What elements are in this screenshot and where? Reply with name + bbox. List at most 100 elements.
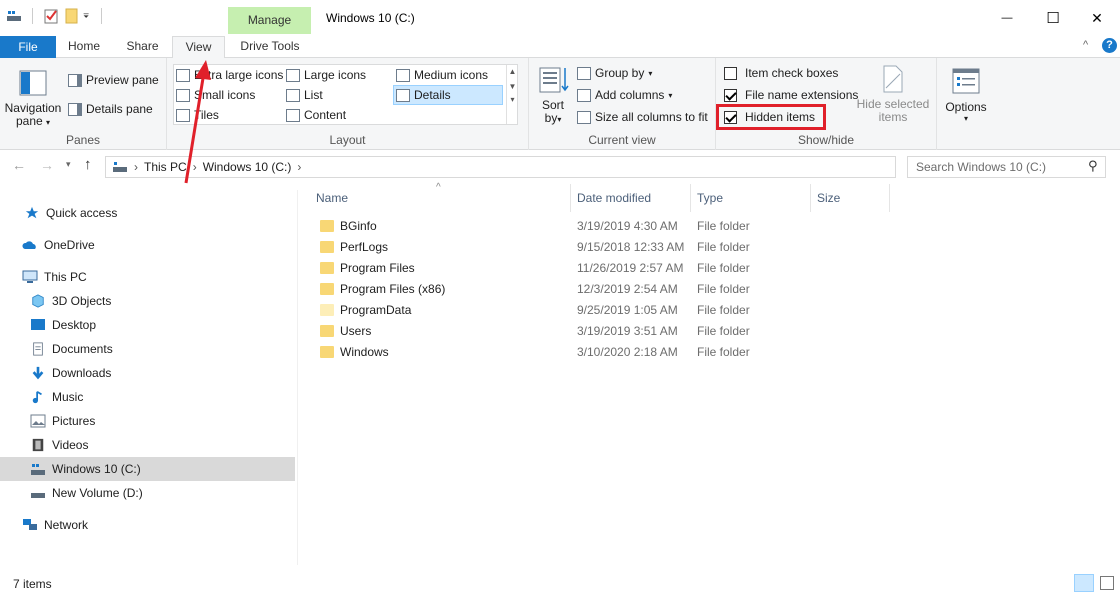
new-folder-icon[interactable] — [63, 8, 79, 24]
tab-file[interactable]: File — [0, 36, 56, 58]
details-view-icon[interactable] — [1074, 574, 1094, 592]
options-button[interactable]: Options ▾ — [940, 66, 992, 123]
layout-option-label: Medium icons — [414, 68, 489, 82]
options-label: Options — [945, 100, 987, 114]
layout-gallery: Extra large icons Large icons Medium ico… — [173, 64, 518, 125]
close-button[interactable]: ✕ — [1074, 0, 1120, 36]
nav-label: Quick access — [46, 206, 118, 220]
file-type: File folder — [697, 303, 750, 317]
large-icons-icon — [286, 68, 300, 82]
nav-item-pictures[interactable]: Pictures — [0, 409, 295, 433]
column-header-type[interactable]: Type — [691, 184, 811, 212]
details-pane-button[interactable]: Details pane — [68, 102, 153, 116]
size-all-columns-button[interactable]: Size all columns to fit — [577, 110, 708, 124]
help-icon[interactable]: ? — [1102, 38, 1117, 53]
navigation-pane-icon — [19, 70, 47, 96]
hide-selected-items-button[interactable]: Hide selected items — [856, 64, 930, 124]
layout-details[interactable]: Details — [393, 85, 503, 105]
file-row[interactable]: Program Files 11/26/2019 2:57 AM File fold… — [310, 258, 890, 279]
recent-locations-icon[interactable]: ▾ — [66, 159, 71, 170]
nav-item-downloads[interactable]: Downloads — [0, 361, 295, 385]
file-row[interactable]: ProgramData 9/25/2019 1:05 AM File folder — [310, 300, 890, 321]
column-header-size[interactable]: Size — [811, 184, 890, 212]
tab-drive-tools[interactable]: Drive Tools — [229, 36, 311, 58]
nav-label: Documents — [52, 342, 113, 356]
customize-toolbar-icon[interactable] — [83, 8, 93, 24]
file-type: File folder — [697, 240, 750, 254]
tab-view[interactable]: View — [172, 36, 225, 59]
dropdown-arrow-icon: ▾ — [668, 90, 673, 100]
large-icons-view-icon[interactable] — [1100, 576, 1114, 590]
layout-list[interactable]: List — [286, 88, 323, 102]
add-columns-button[interactable]: Add columns ▾ — [577, 88, 672, 102]
nav-label: Network — [44, 518, 89, 532]
folder-icon — [320, 261, 334, 274]
nav-item-this-pc[interactable]: This PC — [0, 265, 295, 289]
address-row: ← → ▾ ↑ › This PC › Windows 10 (C:) › Se… — [0, 151, 1120, 183]
nav-item-3d-objects[interactable]: 3D Objects — [0, 289, 295, 313]
group-by-button[interactable]: Group by ▾ — [577, 66, 652, 80]
drive-icon[interactable] — [6, 8, 22, 24]
file-row[interactable]: BGinfo 3/19/2019 4:30 AM File folder — [310, 216, 890, 237]
file-row[interactable]: PerfLogs 9/15/2018 12:33 AM File folder — [310, 237, 890, 258]
separator — [32, 8, 33, 24]
file-name: Users — [340, 324, 372, 338]
minimize-button[interactable]: — — [984, 0, 1030, 36]
nav-item-videos[interactable]: Videos — [0, 433, 295, 457]
nav-item-onedrive[interactable]: OneDrive — [0, 233, 295, 257]
nav-item-network[interactable]: Network — [0, 513, 295, 537]
maximize-button[interactable]: ☐ — [1030, 0, 1076, 36]
nav-label: OneDrive — [44, 238, 95, 252]
nav-item-desktop[interactable]: Desktop — [0, 313, 295, 337]
group-by-icon — [577, 66, 591, 80]
download-icon — [32, 366, 44, 380]
nav-item-new-volume-d[interactable]: New Volume (D:) — [0, 481, 295, 505]
navigation-pane-button[interactable]: Navigation pane ▾ — [4, 64, 62, 128]
title-bar: Manage Windows 10 (C:) — ☐ ✕ — [0, 0, 1120, 36]
sort-by-button[interactable]: Sort by▾ — [537, 64, 569, 126]
details-icon — [396, 88, 410, 102]
sort-by-label-2: by — [544, 111, 558, 125]
search-input[interactable]: Search Windows 10 (C:) — [907, 156, 1106, 178]
layout-medium-icons[interactable]: Medium icons — [396, 68, 488, 82]
nav-item-windows-10-c[interactable]: Windows 10 (C:) — [0, 457, 295, 481]
item-check-boxes-label: Item check boxes — [745, 66, 839, 80]
manage-contextual-header: Manage — [228, 7, 311, 34]
file-row[interactable]: Program Files (x86) 12/3/2019 2:54 AM File… — [310, 279, 890, 300]
forward-arrow-icon[interactable]: → — [40, 157, 54, 173]
file-row[interactable]: Users 3/19/2019 3:51 AM File folder — [310, 321, 890, 342]
tab-share[interactable]: Share — [114, 36, 171, 58]
file-name: BGinfo — [340, 219, 377, 233]
current-view-group-label: Current view — [588, 133, 656, 147]
file-name: Program Files (x86) — [340, 282, 446, 296]
item-check-boxes-checkbox[interactable]: Item check boxes — [724, 66, 838, 80]
checkbox-icon — [724, 66, 737, 80]
music-note-icon — [32, 390, 42, 404]
up-arrow-icon[interactable]: ↑ — [84, 156, 92, 173]
separator — [101, 8, 102, 24]
tab-home[interactable]: Home — [58, 36, 110, 58]
properties-icon[interactable] — [43, 8, 59, 24]
sort-icon — [539, 67, 569, 93]
folder-icon — [320, 282, 334, 295]
nav-label: Windows 10 (C:) — [52, 462, 141, 476]
hide-selected-label-2: items — [878, 110, 908, 124]
layout-gallery-scroll[interactable]: ▲ ▼ ▾ — [506, 65, 518, 124]
nav-item-quick-access[interactable]: Quick access — [0, 201, 295, 225]
address-bar[interactable]: › This PC › Windows 10 (C:) › — [105, 156, 896, 178]
collapse-ribbon-icon[interactable]: ^ — [1083, 39, 1088, 51]
nav-item-music[interactable]: Music — [0, 385, 295, 409]
column-header-date-modified[interactable]: Date modified — [571, 184, 691, 212]
back-arrow-icon[interactable]: ← — [12, 157, 26, 173]
preview-pane-button[interactable]: Preview pane — [68, 73, 159, 87]
layout-large-icons[interactable]: Large icons — [286, 68, 366, 82]
nav-item-documents[interactable]: Documents — [0, 337, 295, 361]
file-row[interactable]: Windows 3/10/2020 2:18 AM File folder — [310, 342, 890, 363]
folder-icon — [320, 345, 334, 358]
file-name-extensions-checkbox[interactable]: File name extensions — [724, 88, 858, 102]
show-hide-group-label: Show/hide — [797, 133, 855, 147]
column-header-name[interactable]: Name — [310, 184, 571, 212]
layout-option-label: Content — [304, 108, 347, 122]
layout-content[interactable]: Content — [286, 108, 346, 122]
file-name: Windows — [340, 345, 389, 359]
